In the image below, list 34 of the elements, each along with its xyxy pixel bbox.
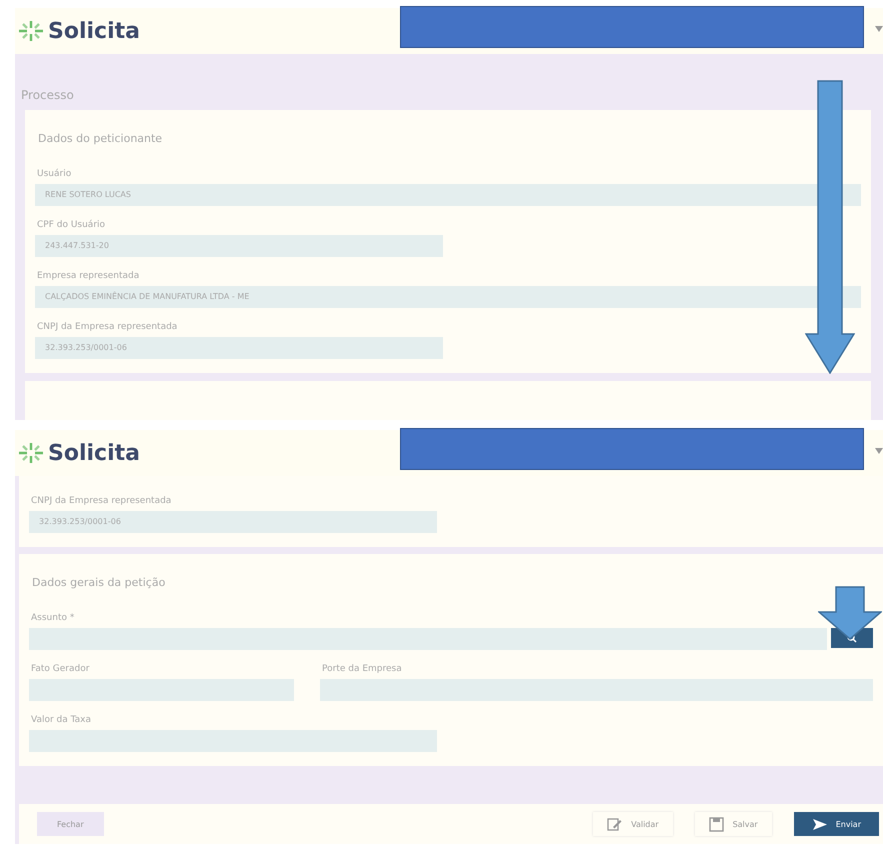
logo-text: Solicita (48, 18, 140, 44)
input-field[interactable]: 32.393.253/0001-06 (29, 511, 437, 533)
input-field[interactable] (29, 730, 437, 752)
section-title: Dados do peticionante (37, 131, 164, 147)
field-label: Usuário (36, 169, 72, 179)
field-label: Porte da Empresa (321, 664, 403, 674)
field-label: CNPJ da Empresa representada (36, 322, 178, 332)
caret-icon (875, 26, 883, 32)
close-button[interactable]: Fechar (37, 812, 104, 836)
field-label: CPF do Usuário (36, 220, 106, 230)
input-field[interactable]: 243.447.531-20 (35, 235, 443, 257)
caret-icon (875, 448, 883, 454)
sparkle-logo-icon (18, 442, 44, 464)
section-title: Dados gerais da petição (31, 575, 166, 591)
sparkle-logo-icon (18, 20, 44, 42)
page-title: Processo (20, 87, 75, 102)
save-button[interactable]: Salvar (694, 812, 772, 836)
field-label: Empresa representada (36, 271, 140, 281)
input-field[interactable] (29, 679, 294, 701)
validate-button[interactable]: Validar (593, 812, 673, 836)
send-button[interactable]: Enviar (794, 812, 879, 836)
field-label: Assunto * (30, 613, 76, 623)
down-arrow (818, 586, 882, 640)
field-label: Valor da Taxa (30, 715, 92, 725)
input-field[interactable] (320, 679, 873, 701)
edit-icon (607, 816, 624, 832)
field-label: CNPJ da Empresa representada (30, 496, 172, 506)
input-field[interactable]: CALÇADOS EMINÊNCIA DE MANUFATURA LTDA - ME (35, 286, 861, 308)
send-icon (812, 816, 828, 832)
input-field[interactable]: RENE SOTERO LUCAS (35, 184, 861, 206)
input-field[interactable] (29, 628, 827, 650)
logo-text: Solicita (48, 440, 140, 466)
field-label: Fato Gerador (30, 664, 90, 674)
input-field[interactable]: 32.393.253/0001-06 (35, 337, 443, 359)
